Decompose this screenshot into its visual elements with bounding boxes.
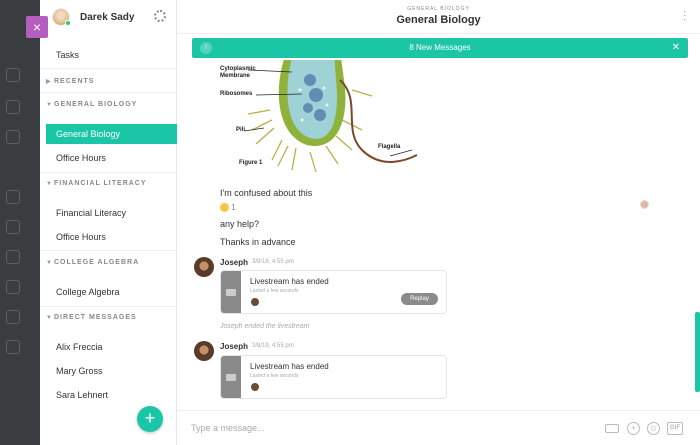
channel-kicker: GENERAL BIOLOGY: [407, 6, 470, 12]
sidebar-item-college-algebra[interactable]: College Algebra: [40, 282, 177, 302]
section-label: GENERAL BIOLOGY: [54, 101, 138, 108]
chevron-down-icon: ▼: [46, 102, 53, 108]
divider: [40, 172, 177, 173]
chevron-down-icon: ▼: [46, 260, 53, 266]
section-label: FINANCIAL LITERACY: [54, 180, 147, 187]
system-message: Joseph ended the livestream: [220, 323, 310, 330]
figure-label: Pili: [236, 127, 246, 133]
figure-caption: Figure 1: [239, 160, 263, 166]
arrow-up-icon[interactable]: ↑: [200, 42, 212, 54]
background-icon: [6, 250, 20, 264]
background-icon: [6, 340, 20, 354]
chat-panel: GENERAL BIOLOGY General Biology · · · Cy…: [177, 0, 700, 445]
sidebar: Darek Sady Tasks ▶ RECENTS ▼GENERAL BIOLO…: [40, 0, 177, 445]
divider: [40, 250, 177, 251]
online-status-icon: [65, 20, 71, 26]
emoji-icon: [220, 203, 229, 213]
video-camera-icon: [226, 374, 236, 381]
figure-label: Flagella: [378, 144, 401, 150]
more-options-icon[interactable]: · · ·: [683, 7, 686, 25]
page-title: General Biology: [396, 14, 481, 26]
close-panel-button[interactable]: ×: [26, 16, 48, 38]
new-messages-banner[interactable]: ↑ 8 New Messages ✕: [192, 38, 688, 58]
chevron-down-icon: ▼: [46, 181, 53, 187]
background-icon: [6, 280, 20, 294]
section-direct-messages[interactable]: ▼DIRECT MESSAGES: [40, 314, 177, 321]
avatar[interactable]: [52, 8, 71, 26]
section-general-biology[interactable]: ▼GENERAL BIOLOGY: [40, 101, 177, 108]
background-icon: [6, 310, 20, 324]
avatar: [251, 298, 259, 306]
section-label: RECENTS: [54, 78, 95, 85]
sidebar-item-office-hours[interactable]: Office Hours: [40, 227, 177, 247]
divider: [40, 68, 177, 69]
livestream-card: Livestream has ended Lasted a few second…: [220, 355, 447, 399]
message-composer: + ☺ GIF: [177, 410, 700, 445]
gear-icon[interactable]: [154, 10, 166, 22]
sidebar-item-financial-literacy[interactable]: Financial Literacy: [40, 203, 177, 223]
avatar[interactable]: [194, 257, 214, 277]
figure-label: Ribosomes: [220, 91, 253, 97]
section-financial-literacy[interactable]: ▼FINANCIAL LITERACY: [40, 180, 177, 187]
message-text: I'm confused about this: [220, 188, 313, 198]
new-messages-text: 8 New Messages: [409, 43, 471, 52]
avatar: [251, 383, 259, 391]
close-icon[interactable]: ✕: [672, 38, 680, 58]
background-icon: [6, 68, 20, 82]
message-author[interactable]: Joseph: [220, 342, 248, 351]
scrollbar[interactable]: [695, 312, 700, 392]
figure-label: Cytoplasmic: [220, 66, 256, 72]
message-text: any help?: [220, 219, 260, 229]
divider: [40, 306, 177, 307]
background-icon: [6, 190, 20, 204]
sidebar-header: Darek Sady: [40, 0, 176, 34]
livestream-duration: Lasted a few seconds: [250, 288, 299, 294]
video-icon[interactable]: [605, 424, 619, 433]
add-button[interactable]: +: [137, 406, 163, 432]
message-author[interactable]: Joseph: [220, 258, 248, 267]
bacteria-figure-image[interactable]: Cytoplasmic Membrane Ribosomes Pili Flag…: [212, 50, 442, 178]
replay-button[interactable]: Replay: [401, 293, 438, 305]
avatar: [640, 200, 649, 209]
video-camera-icon: [226, 289, 236, 296]
divider: [40, 92, 177, 93]
gif-button[interactable]: GIF: [667, 422, 683, 435]
avatar[interactable]: [194, 341, 214, 361]
chevron-down-icon: ▼: [46, 315, 53, 321]
sidebar-item-dm[interactable]: Sara Lehnert: [40, 385, 177, 405]
livestream-strip: [221, 356, 241, 398]
livestream-strip: [221, 271, 241, 313]
sidebar-item-dm[interactable]: Alix Freccia: [40, 337, 177, 357]
chat-header: GENERAL BIOLOGY General Biology · · ·: [177, 0, 700, 34]
chevron-right-icon: ▶: [46, 79, 52, 85]
livestream-title: Livestream has ended: [250, 277, 329, 286]
message-timestamp: 3/8/19, 4:55 pm: [252, 343, 294, 349]
section-recents[interactable]: ▶ RECENTS: [40, 78, 177, 85]
livestream-duration: Lasted a few seconds: [250, 373, 299, 379]
livestream-card: Livestream has ended Lasted a few second…: [220, 270, 447, 314]
section-label: COLLEGE ALGEBRA: [54, 259, 140, 266]
sidebar-item-tasks[interactable]: Tasks: [40, 45, 177, 65]
background-app-strip: [0, 0, 40, 445]
background-icon: [6, 220, 20, 234]
sidebar-item-general-biology[interactable]: General Biology: [46, 124, 177, 144]
emoji-icon[interactable]: ☺: [647, 422, 660, 435]
message-input[interactable]: [191, 419, 571, 437]
sidebar-item-dm[interactable]: Mary Gross: [40, 361, 177, 381]
user-name: Darek Sady: [80, 11, 135, 23]
reaction-count: 1: [231, 203, 236, 212]
message-timestamp: 3/8/19, 4:55 pm: [252, 259, 294, 265]
background-icon: [6, 100, 20, 114]
livestream-title: Livestream has ended: [250, 362, 329, 371]
figure-label: Membrane: [220, 73, 251, 79]
add-icon[interactable]: +: [627, 422, 640, 435]
section-college-algebra[interactable]: ▼COLLEGE ALGEBRA: [40, 259, 177, 266]
background-icon: [6, 130, 20, 144]
sidebar-item-office-hours[interactable]: Office Hours: [40, 148, 177, 168]
reaction-badge[interactable]: 1: [220, 203, 236, 213]
section-label: DIRECT MESSAGES: [54, 314, 137, 321]
message-text: Thanks in advance: [220, 237, 296, 247]
